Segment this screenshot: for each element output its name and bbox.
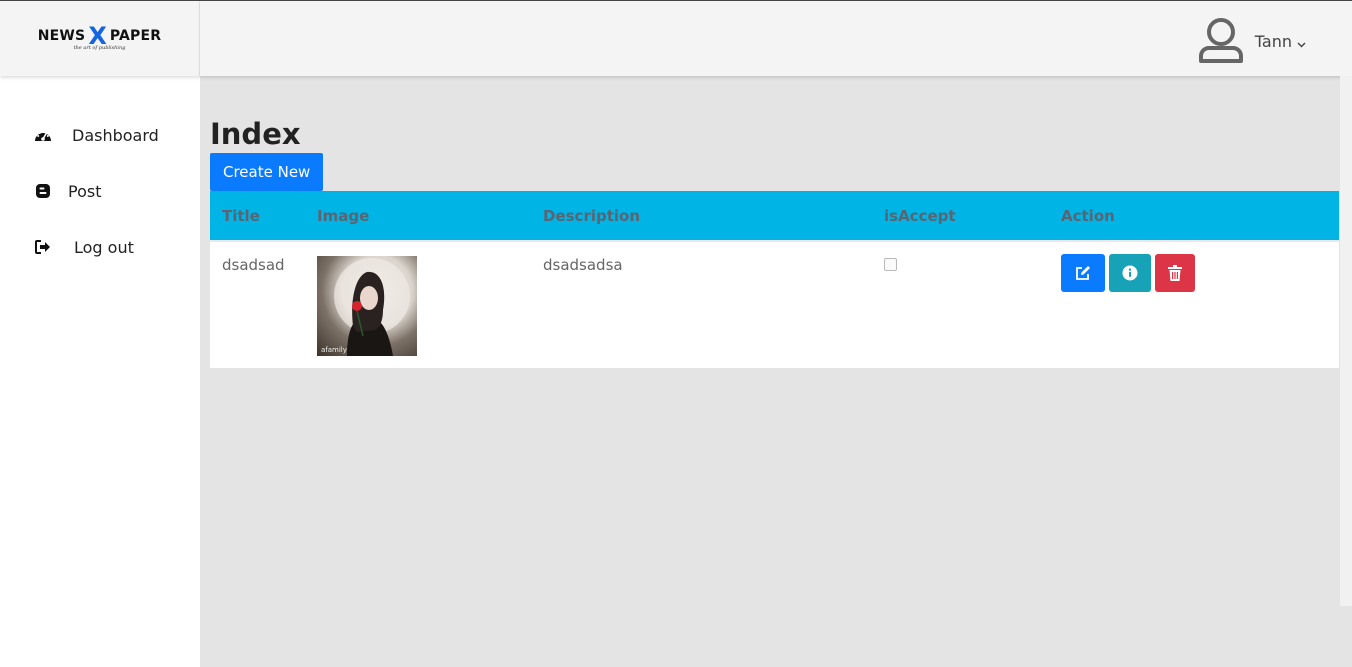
cell-is-accept bbox=[872, 240, 1049, 368]
sidebar-item-post[interactable]: Post bbox=[0, 179, 200, 203]
sidebar-item-logout[interactable]: Log out bbox=[0, 235, 200, 259]
portrait-image bbox=[334, 258, 410, 356]
trash-icon bbox=[1168, 265, 1182, 281]
cell-description: dsadsadsa bbox=[531, 240, 872, 368]
sidebar-item-dashboard[interactable]: Dashboard bbox=[0, 123, 200, 147]
image-caption: afamily bbox=[321, 346, 347, 354]
sign-out-icon bbox=[34, 239, 52, 255]
brand-wordmark: NEWS X PAPER bbox=[37, 22, 162, 50]
column-header[interactable]: Description bbox=[531, 191, 872, 241]
sidebar-nav: Dashboard Post Log out bbox=[0, 123, 200, 259]
brand-logo[interactable]: NEWS X PAPER the art of publishing bbox=[0, 1, 200, 76]
details-button[interactable] bbox=[1109, 254, 1151, 292]
is-accept-checkbox[interactable] bbox=[884, 258, 897, 271]
post-thumbnail[interactable]: afamily bbox=[317, 256, 417, 356]
brand-left: NEWS bbox=[37, 28, 86, 44]
edit-button[interactable] bbox=[1061, 254, 1105, 292]
edit-icon bbox=[1076, 266, 1090, 280]
page-scrollbar[interactable] bbox=[1340, 76, 1352, 606]
sidebar-item-label: Post bbox=[68, 181, 102, 201]
page-title: Index bbox=[210, 117, 301, 151]
user-icon bbox=[1197, 15, 1245, 67]
create-new-button[interactable]: Create New bbox=[210, 153, 324, 191]
action-buttons bbox=[1061, 254, 1327, 292]
brand-x: X bbox=[88, 22, 107, 50]
tachometer-icon bbox=[34, 127, 52, 143]
cell-title: dsadsad bbox=[210, 240, 305, 368]
cell-image: afamily bbox=[305, 240, 531, 368]
column-header[interactable]: Title bbox=[210, 191, 305, 241]
column-header[interactable]: Action bbox=[1049, 191, 1339, 241]
top-header: Tann bbox=[200, 1, 1352, 76]
blogger-icon bbox=[34, 183, 52, 199]
cell-actions bbox=[1049, 240, 1339, 368]
main-content: Index Create New Title Image Description… bbox=[210, 110, 1340, 368]
column-header[interactable]: Image bbox=[305, 191, 531, 241]
sidebar-item-label: Log out bbox=[74, 237, 134, 257]
chevron-down-icon bbox=[1297, 33, 1306, 52]
sidebar: NEWS X PAPER the art of publishing Dashb… bbox=[0, 1, 200, 667]
info-icon bbox=[1122, 265, 1138, 281]
table-row: dsadsad afamily dsadsadsa bbox=[210, 240, 1339, 368]
delete-button[interactable] bbox=[1155, 254, 1195, 292]
posts-table: Title Image Description isAccept Action … bbox=[210, 191, 1339, 368]
sidebar-item-label: Dashboard bbox=[72, 125, 159, 145]
brand-tagline: the art of publishing bbox=[73, 45, 126, 51]
user-menu[interactable]: Tann bbox=[1197, 15, 1306, 67]
column-header[interactable]: isAccept bbox=[872, 191, 1049, 241]
brand-right: PAPER bbox=[109, 28, 162, 44]
table-header-row: Title Image Description isAccept Action bbox=[210, 191, 1339, 241]
user-name: Tann bbox=[1254, 31, 1292, 51]
